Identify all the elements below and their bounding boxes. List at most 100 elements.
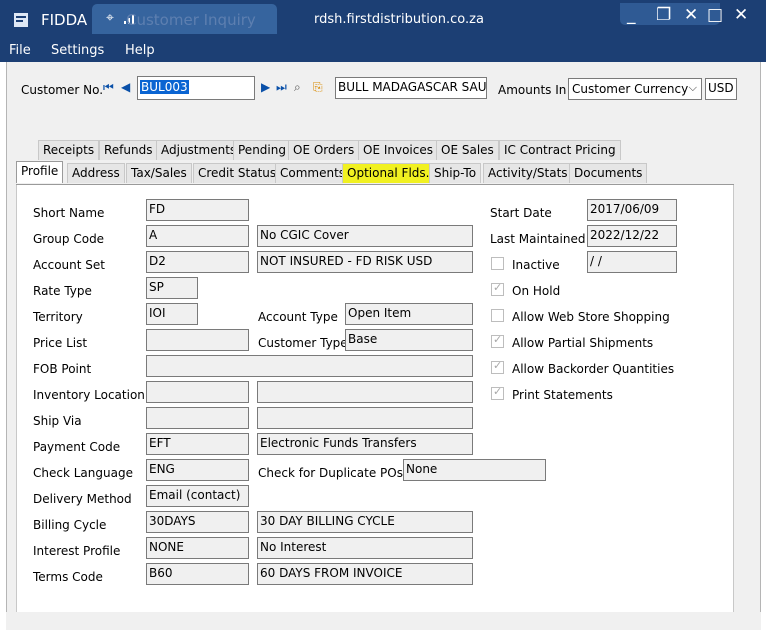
- customer-no-label: Customer No.: [21, 83, 104, 97]
- account-set-label: Account Set: [33, 258, 105, 272]
- menu-file[interactable]: File: [9, 43, 31, 58]
- customer-no-input[interactable]: BUL003: [137, 76, 255, 100]
- remote-host: rdsh.firstdistribution.co.za: [314, 12, 484, 27]
- allow-backorder-checkbox[interactable]: [491, 359, 504, 374]
- fob-point-field[interactable]: [146, 355, 473, 377]
- restore-icon[interactable]: ❐: [656, 5, 671, 25]
- title-bar: FIDDA ⌖ Customer Inquiry rdsh.firstdistr…: [0, 0, 766, 40]
- delivery-method-field[interactable]: Email (contact): [146, 485, 249, 507]
- tab-oe-sales[interactable]: OE Sales: [436, 140, 499, 160]
- tab-tax-sales[interactable]: Tax/Sales: [126, 163, 192, 183]
- check-dup-pos-label: Check for Duplicate POs: [258, 466, 403, 480]
- disconnect-icon[interactable]: ✕: [684, 5, 698, 25]
- delivery-method-label: Delivery Method: [33, 492, 132, 506]
- territory-field[interactable]: IOI: [146, 303, 198, 325]
- next-record-icon[interactable]: ▶: [261, 80, 270, 94]
- price-list-field[interactable]: [146, 329, 249, 351]
- menu-settings[interactable]: Settings: [51, 43, 104, 58]
- close-icon[interactable]: ✕: [734, 5, 748, 25]
- short-name-field[interactable]: FD: [146, 199, 249, 221]
- ship-via-desc: [257, 407, 473, 429]
- check-dup-pos-field[interactable]: None: [403, 459, 546, 481]
- terms-code-label: Terms Code: [33, 570, 103, 584]
- maximize-icon[interactable]: □: [707, 5, 723, 25]
- pin-icon[interactable]: ⌖: [106, 10, 114, 26]
- tab-oe-invoices[interactable]: OE Invoices: [358, 140, 438, 160]
- start-date-field: 2017/06/09: [587, 199, 677, 221]
- tab-comments[interactable]: Comments: [275, 163, 351, 183]
- customer-no-value: BUL003: [140, 80, 189, 94]
- customer-type-label: Customer Type: [258, 336, 348, 350]
- account-set-desc: NOT INSURED - FD RISK USD: [257, 251, 473, 273]
- minimize-icon[interactable]: _: [627, 5, 636, 25]
- tab-credit-status[interactable]: Credit Status: [193, 163, 282, 183]
- check-language-field[interactable]: ENG: [146, 459, 249, 481]
- tab-activity-stats[interactable]: Activity/Stats: [483, 163, 573, 183]
- terms-code-field[interactable]: B60: [146, 563, 249, 585]
- customer-name-field: BULL MADAGASCAR SAU: [335, 77, 487, 99]
- tab-receipts[interactable]: Receipts: [38, 140, 100, 160]
- tab-ic-contract-pricing[interactable]: IC Contract Pricing: [499, 140, 621, 160]
- account-type-field[interactable]: Open Item: [345, 303, 473, 325]
- tab-profile[interactable]: Profile: [16, 161, 64, 183]
- allow-partial-label: Allow Partial Shipments: [512, 336, 654, 350]
- rate-type-field[interactable]: SP: [146, 277, 198, 299]
- tab-address[interactable]: Address: [67, 163, 125, 183]
- tab-refunds[interactable]: Refunds: [99, 140, 158, 160]
- currency-field: USD: [705, 78, 737, 100]
- window-subtitle: Customer Inquiry: [126, 11, 256, 29]
- tab-oe-orders[interactable]: OE Orders: [288, 140, 360, 160]
- inactive-label: Inactive: [512, 258, 560, 272]
- menu-bar: File Settings Help: [0, 40, 766, 62]
- payment-code-label: Payment Code: [33, 440, 121, 454]
- ship-via-field[interactable]: [146, 407, 249, 429]
- prev-record-icon[interactable]: ◀: [121, 80, 130, 94]
- print-statements-label: Print Statements: [512, 388, 613, 402]
- group-code-label: Group Code: [33, 232, 105, 246]
- rate-type-label: Rate Type: [33, 284, 92, 298]
- bottom-edge: [6, 612, 761, 630]
- tab-ship-to[interactable]: Ship-To: [429, 163, 482, 183]
- billing-cycle-label: Billing Cycle: [33, 518, 107, 532]
- inactive-date-field: / /: [587, 251, 677, 273]
- short-name-label: Short Name: [33, 206, 105, 220]
- billing-cycle-field[interactable]: 30DAYS: [146, 511, 249, 533]
- allow-web-store-checkbox[interactable]: [491, 309, 504, 322]
- tab-pending[interactable]: Pending: [233, 140, 291, 160]
- tab-documents[interactable]: Documents: [569, 163, 648, 183]
- app-icon: [14, 13, 28, 27]
- account-set-field[interactable]: D2: [146, 251, 249, 273]
- tab-adjustments[interactable]: Adjustments: [156, 140, 242, 160]
- menu-help[interactable]: Help: [125, 43, 155, 58]
- print-statements-checkbox[interactable]: [491, 385, 504, 400]
- inactive-checkbox[interactable]: [491, 257, 504, 270]
- last-record-icon[interactable]: ⏭: [276, 80, 287, 95]
- amounts-in-select[interactable]: Customer Currency ⌵: [568, 78, 702, 100]
- on-hold-label: On Hold: [512, 284, 561, 298]
- payment-code-desc: Electronic Funds Transfers: [257, 433, 473, 455]
- last-maintained-field: 2022/12/22: [587, 225, 677, 247]
- territory-label: Territory: [33, 310, 83, 324]
- amounts-in-value: Customer Currency: [572, 82, 689, 96]
- group-code-field[interactable]: A: [146, 225, 249, 247]
- price-list-label: Price List: [33, 336, 88, 350]
- allow-backorder-label: Allow Backorder Quantities: [512, 362, 675, 376]
- allow-web-store-label: Allow Web Store Shopping: [512, 310, 670, 324]
- terms-code-desc: 60 DAYS FROM INVOICE: [257, 563, 473, 585]
- interest-profile-desc: No Interest: [257, 537, 473, 559]
- new-record-icon[interactable]: ⎘: [313, 80, 323, 95]
- fob-point-label: FOB Point: [33, 362, 92, 376]
- payment-code-field[interactable]: EFT: [146, 433, 249, 455]
- app-title: FIDDA: [41, 11, 88, 29]
- allow-partial-checkbox[interactable]: [491, 333, 504, 348]
- interest-profile-field[interactable]: NONE: [146, 537, 249, 559]
- on-hold-checkbox[interactable]: [491, 281, 504, 296]
- billing-cycle-desc: 30 DAY BILLING CYCLE: [257, 511, 473, 533]
- customer-type-field[interactable]: Base: [345, 329, 473, 351]
- account-type-label: Account Type: [258, 310, 338, 324]
- inventory-location-field[interactable]: [146, 381, 249, 403]
- find-icon[interactable]: ⌕: [294, 80, 301, 95]
- first-record-icon[interactable]: ⏮: [103, 80, 114, 95]
- tab-optional-fields[interactable]: Optional Flds.: [342, 163, 435, 183]
- inventory-location-label: Inventory Location: [33, 388, 145, 402]
